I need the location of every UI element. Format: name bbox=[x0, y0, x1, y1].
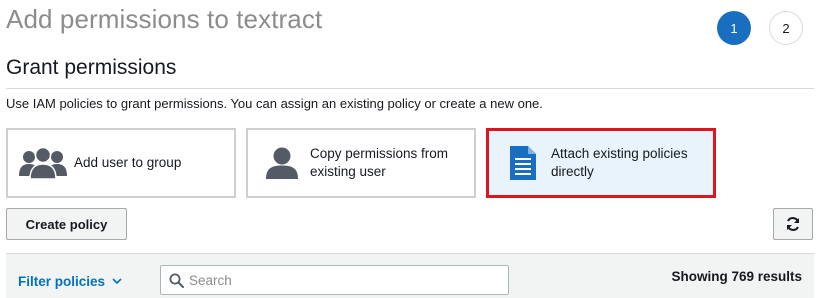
step-indicator-2[interactable]: 2 bbox=[769, 11, 803, 45]
option-label: Add user to group bbox=[74, 155, 182, 170]
option-copy-permissions[interactable]: Copy permissions from existing user bbox=[246, 128, 476, 198]
chevron-down-icon bbox=[112, 278, 122, 285]
refresh-icon bbox=[785, 216, 801, 232]
results-count: Showing 769 results bbox=[671, 269, 802, 284]
filter-bar: Filter policies Showing 769 results bbox=[6, 253, 814, 298]
search-icon bbox=[169, 273, 184, 288]
user-icon bbox=[262, 147, 302, 179]
section-title: Grant permissions bbox=[6, 56, 177, 79]
option-add-user-to-group[interactable]: Add user to group bbox=[6, 128, 236, 198]
refresh-button[interactable] bbox=[773, 208, 813, 240]
option-label: Attach existing policies directly bbox=[551, 146, 688, 179]
option-label: Copy permissions from existing user bbox=[310, 146, 449, 179]
section-divider bbox=[6, 88, 814, 89]
section-description: Use IAM policies to grant permissions. Y… bbox=[6, 96, 543, 111]
filter-policies-dropdown[interactable]: Filter policies bbox=[18, 274, 122, 289]
filter-dropdown-label: Filter policies bbox=[18, 274, 106, 289]
step-indicator-1[interactable]: 1 bbox=[717, 11, 751, 45]
option-attach-policies[interactable]: Attach existing policies directly bbox=[486, 128, 716, 198]
create-policy-button[interactable]: Create policy bbox=[6, 208, 127, 240]
document-icon bbox=[503, 146, 543, 180]
user-group-icon bbox=[18, 146, 68, 180]
search-box[interactable] bbox=[160, 265, 509, 295]
page-title: Add permissions to textract bbox=[6, 4, 323, 34]
search-input[interactable] bbox=[189, 272, 489, 288]
